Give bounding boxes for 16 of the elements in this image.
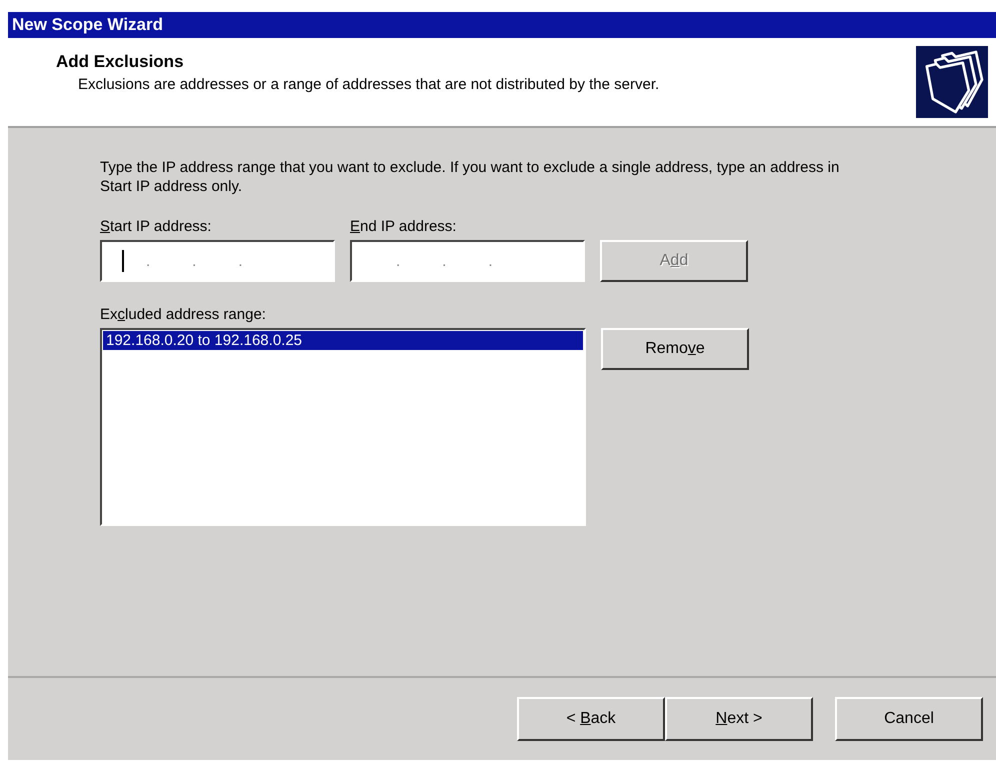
excluded-range-list[interactable]: 192.168.0.20 to 192.168.0.25 [100,328,586,526]
list-label: Excluded address range: [100,306,267,323]
page-title: Add Exclusions [56,52,185,72]
folders-icon [916,46,988,118]
window-title: New Scope Wizard [8,12,996,38]
field-label: End IP address: [350,218,458,235]
field-label: Start IP address: [100,218,212,235]
ip-address-field[interactable]: . . . [100,240,335,282]
ip-address-field[interactable]: . . . [350,240,585,282]
instructions-text: Type the IP address range that you want to exclude. If you want to exclude a single address, type an address in Start IP address only. [100,158,840,196]
page-description: Exclusions are addresses or a range of addresses that are not distributed by the server. [77,75,660,94]
remove-button[interactable]: Remove [601,328,749,370]
list-item[interactable]: 192.168.0.20 to 192.168.0.25 [103,331,583,350]
wizard-button[interactable]: < Back [517,697,665,741]
wizard-button[interactable]: Next > [665,697,813,741]
wizard-button[interactable]: Cancel [835,697,983,741]
